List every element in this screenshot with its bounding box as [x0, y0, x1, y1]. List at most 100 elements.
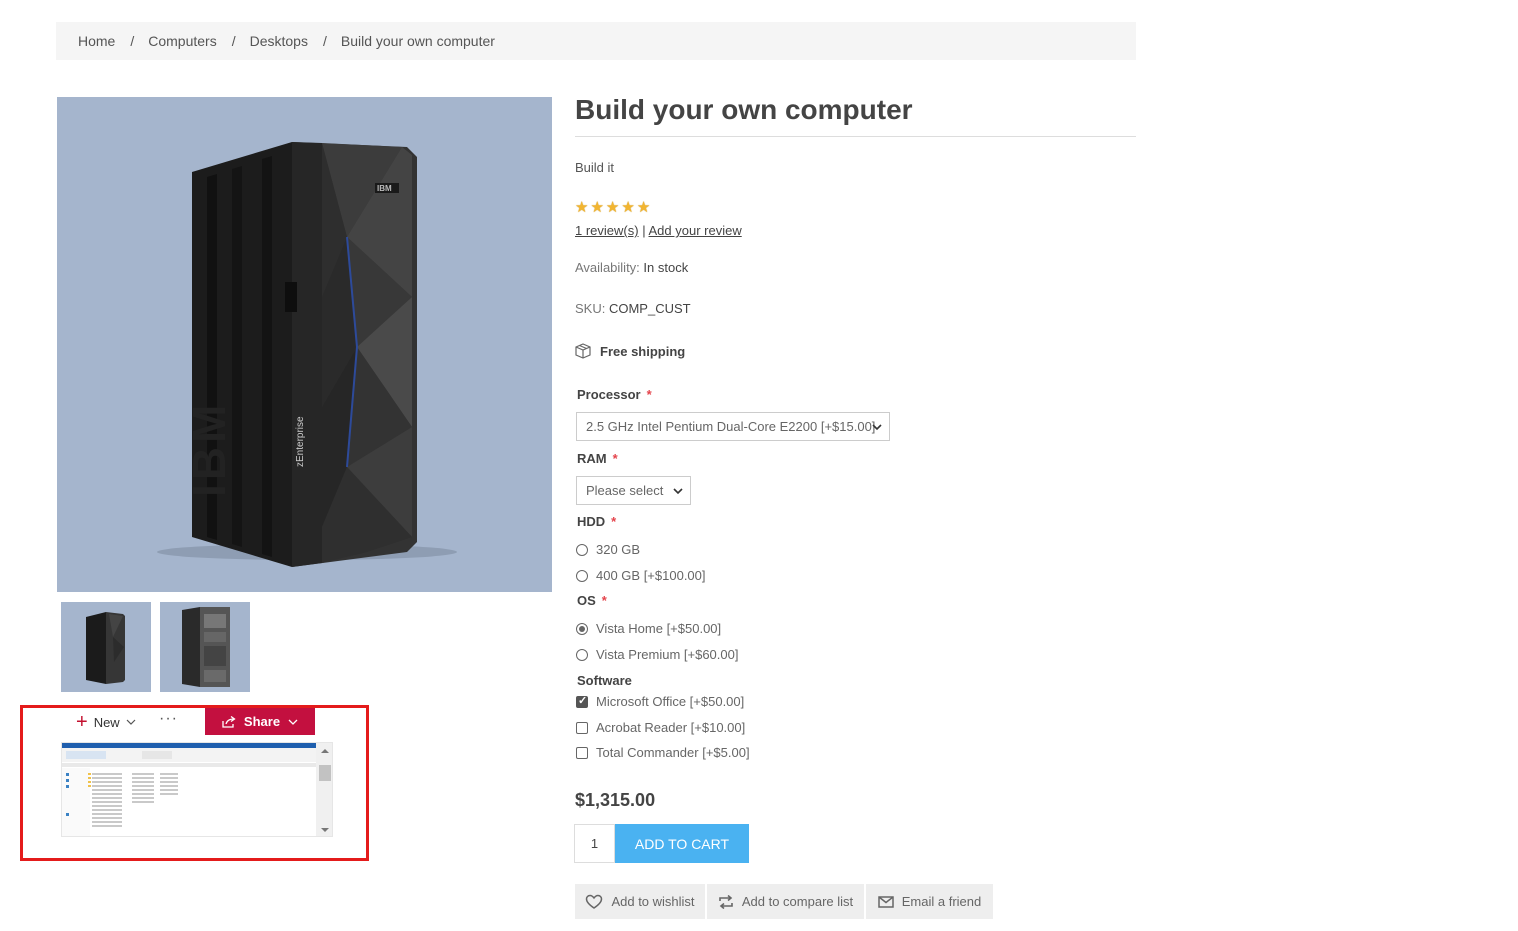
hdd-label: HDD * — [577, 514, 616, 529]
radio-button[interactable] — [576, 648, 588, 661]
title-divider — [575, 136, 1136, 137]
software-option-acrobat-reader[interactable]: Acrobat Reader [+$10.00] — [576, 720, 745, 735]
option-label: Vista Premium [+$60.00] — [596, 647, 739, 662]
hdd-option-320gb[interactable]: 320 GB — [576, 542, 640, 557]
more-options-icon[interactable]: ··· — [159, 710, 178, 728]
option-label: Total Commander [+$5.00] — [596, 745, 750, 760]
breadcrumb-separator: / — [322, 33, 327, 49]
radio-button[interactable] — [576, 543, 588, 556]
option-label: 400 GB [+$100.00] — [596, 568, 706, 583]
option-label: Microsoft Office [+$50.00] — [596, 694, 745, 709]
breadcrumb: Home / Computers / Desktops / Build your… — [56, 22, 1136, 60]
breadcrumb-separator: / — [130, 33, 135, 49]
product-short-description: Build it — [575, 160, 615, 175]
radio-button-selected[interactable] — [576, 622, 588, 635]
add-review-link[interactable]: Add your review — [649, 223, 742, 238]
star-icon: ★ — [575, 199, 589, 216]
wishlist-label: Add to wishlist — [611, 894, 695, 909]
server-thumbnail-image — [86, 612, 125, 684]
hdd-label-text: HDD — [577, 514, 606, 529]
checkbox[interactable] — [576, 746, 588, 759]
svg-text:zEnterprise: zEnterprise — [295, 416, 306, 467]
compare-arrows-icon — [719, 894, 733, 909]
os-option-vista-premium[interactable]: Vista Premium [+$60.00] — [576, 647, 738, 662]
software-label: Software — [577, 673, 632, 688]
envelope-icon — [878, 895, 894, 908]
star-icon: ★ — [636, 199, 651, 216]
server-open-thumbnail-image — [182, 607, 230, 687]
add-to-wishlist-button[interactable]: Add to wishlist — [575, 884, 705, 919]
share-button[interactable]: Share — [205, 708, 315, 735]
new-button[interactable]: + New — [76, 712, 136, 732]
checkbox[interactable] — [576, 721, 588, 734]
availability-label: Availability: — [575, 260, 640, 275]
chevron-down-icon — [872, 424, 882, 431]
option-label: Vista Home [+$50.00] — [596, 621, 722, 636]
radio-button[interactable] — [576, 569, 588, 582]
checkbox-checked[interactable] — [576, 694, 588, 708]
software-option-total-commander[interactable]: Total Commander [+$5.00] — [576, 745, 750, 760]
quantity-input[interactable]: 1 — [574, 824, 615, 863]
svg-text:IBM: IBM — [183, 401, 235, 497]
processor-selected-value: 2.5 GHz Intel Pentium Dual-Core E2200 [+… — [586, 419, 876, 434]
compare-label: Add to compare list — [741, 894, 854, 909]
email-a-friend-button[interactable]: Email a friend — [866, 884, 993, 919]
new-label: New — [93, 714, 120, 730]
required-mark: * — [612, 451, 618, 466]
add-to-cart-button[interactable]: Add to cart — [615, 824, 749, 863]
sku-value: COMP_CUST — [608, 301, 691, 316]
product-price: $1,315.00 — [575, 790, 656, 810]
ram-label-text: RAM — [577, 451, 607, 466]
reviews-links: 1 review(s) | Add your review — [575, 223, 742, 238]
os-label: OS * — [577, 593, 607, 608]
file-explorer-preview[interactable] — [61, 742, 333, 837]
option-label: 320 GB — [596, 542, 641, 557]
os-label-text: OS — [577, 593, 596, 608]
product-title: Build your own computer — [575, 94, 913, 125]
product-main-image[interactable]: IBM zEnterprise IBM — [57, 97, 552, 592]
required-mark: * — [611, 514, 617, 529]
share-icon — [222, 715, 236, 728]
processor-label: Processor * — [577, 387, 652, 402]
star-icon: ★ — [590, 199, 604, 216]
thumbnail-2[interactable] — [160, 602, 250, 692]
hdd-option-400gb[interactable]: 400 GB [+$100.00] — [576, 568, 706, 583]
share-label: Share — [243, 714, 281, 729]
chevron-down-icon — [126, 719, 136, 725]
star-icon: ★ — [605, 199, 620, 216]
os-option-vista-home[interactable]: Vista Home [+$50.00] — [576, 621, 721, 636]
breadcrumb-home[interactable]: Home — [78, 33, 115, 49]
server-tower-illustration: IBM zEnterprise IBM — [157, 142, 457, 567]
thumbnail-1[interactable] — [61, 602, 151, 692]
chevron-down-icon — [673, 488, 683, 495]
sku: SKU: COMP_CUST — [575, 301, 691, 316]
breadcrumb-current: Build your own computer — [340, 33, 495, 49]
add-to-compare-button[interactable]: Add to compare list — [707, 884, 864, 919]
sku-label: SKU: — [575, 301, 606, 316]
share-overlay-highlight: + New ··· Share — [20, 705, 369, 861]
reviews-link[interactable]: 1 review(s) — [575, 223, 639, 238]
box-icon — [575, 343, 591, 359]
rating-stars: ★ ★ ★ ★ ★ — [575, 200, 650, 215]
option-label: Acrobat Reader [+$10.00] — [596, 720, 746, 735]
processor-label-text: Processor — [577, 387, 641, 402]
reviews-separator: | — [642, 223, 646, 238]
breadcrumb-desktops[interactable]: Desktops — [250, 33, 308, 49]
star-icon: ★ — [621, 199, 635, 216]
ram-select[interactable]: Please select — [576, 476, 691, 505]
chevron-down-icon — [288, 719, 298, 725]
heart-icon — [586, 894, 603, 909]
svg-text:IBM: IBM — [377, 184, 392, 193]
ram-selected-value: Please select — [586, 483, 664, 498]
required-mark: * — [646, 387, 652, 402]
availability-value: In stock — [643, 260, 689, 275]
file-explorer-thumbnail — [62, 743, 332, 836]
software-option-microsoft-office[interactable]: Microsoft Office [+$50.00] — [576, 694, 744, 709]
breadcrumb-computers[interactable]: Computers — [148, 33, 216, 49]
ram-label: RAM * — [577, 451, 618, 466]
email-label: Email a friend — [901, 894, 982, 909]
required-mark: * — [601, 593, 607, 608]
processor-select[interactable]: 2.5 GHz Intel Pentium Dual-Core E2200 [+… — [576, 412, 890, 441]
free-shipping: Free shipping — [574, 342, 685, 360]
breadcrumb-separator: / — [231, 33, 236, 49]
